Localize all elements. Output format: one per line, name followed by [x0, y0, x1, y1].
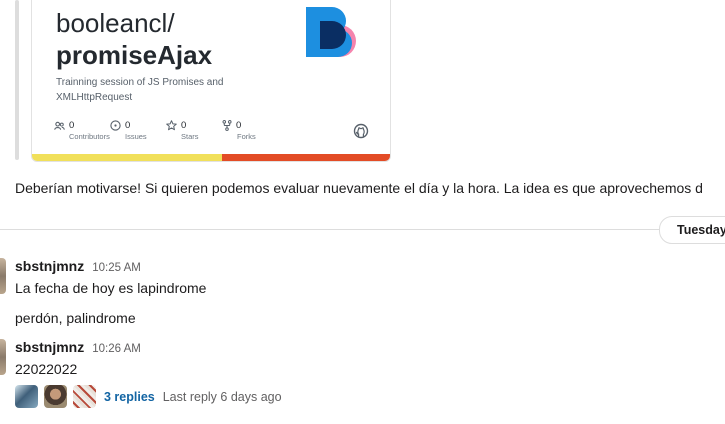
stars-label: Stars — [181, 132, 199, 141]
language-bar — [32, 154, 390, 161]
avatar[interactable] — [0, 339, 6, 375]
date-divider-button[interactable]: Tuesday, — [659, 216, 725, 244]
boolean-logo-icon — [306, 7, 356, 57]
issues-label: Issues — [125, 132, 147, 141]
reply-avatar — [73, 385, 96, 408]
issues-icon — [110, 120, 121, 131]
language-segment-javascript — [32, 154, 222, 161]
forks-label: Forks — [237, 132, 256, 141]
repo-title[interactable]: booleancl/ promiseAjax — [56, 7, 212, 71]
stat-contributors[interactable]: 0 Contributors — [54, 120, 110, 141]
stat-stars[interactable]: 0 Stars — [166, 120, 222, 141]
fork-icon — [222, 120, 232, 131]
timestamp[interactable]: 10:25 AM — [92, 262, 141, 274]
timestamp[interactable]: 10:26 AM — [92, 343, 141, 355]
thread-replies-bar[interactable]: 3 replies Last reply 6 days ago — [15, 385, 282, 408]
stars-count: 0 — [181, 120, 187, 131]
username[interactable]: sbstnjmnz — [15, 339, 84, 355]
github-repo-card[interactable]: booleancl/ promiseAjax Trainning session… — [31, 0, 391, 162]
github-icon[interactable] — [353, 123, 369, 139]
stat-forks[interactable]: 0 Forks — [222, 120, 278, 141]
quote-bar — [15, 0, 19, 160]
avatar[interactable] — [0, 258, 6, 294]
issues-count: 0 — [125, 120, 131, 131]
previous-message-text: Deberían motivarse! Si quieren podemos e… — [15, 180, 703, 196]
contributors-count: 0 — [69, 120, 75, 131]
date-divider-line — [0, 229, 725, 230]
reply-avatar — [44, 385, 67, 408]
message-text: La fecha de hoy es lapindrome — [15, 280, 207, 296]
language-segment-html — [221, 154, 390, 161]
contributors-icon — [54, 121, 65, 130]
contributors-label: Contributors — [69, 132, 110, 141]
last-reply-text: Last reply 6 days ago — [162, 389, 282, 404]
repo-description: Trainning session of JS Promises and XML… — [56, 77, 224, 103]
repo-name: promiseAjax — [56, 40, 213, 70]
replies-link[interactable]: 3 replies — [104, 390, 155, 404]
forks-count: 0 — [236, 120, 242, 131]
star-icon — [166, 120, 177, 131]
repo-stats: 0 Contributors 0 Issues 0 Stars 0 Forks — [54, 120, 278, 141]
message-header: sbstnjmnz 10:26 AM — [15, 339, 141, 355]
message-text: perdón, palindrome — [15, 310, 136, 326]
repo-owner: booleancl/ — [56, 8, 175, 38]
stat-issues[interactable]: 0 Issues — [110, 120, 166, 141]
message-header: sbstnjmnz 10:25 AM — [15, 258, 141, 274]
username[interactable]: sbstnjmnz — [15, 258, 84, 274]
reply-avatar — [15, 385, 38, 408]
message-text: 22022022 — [15, 361, 78, 377]
